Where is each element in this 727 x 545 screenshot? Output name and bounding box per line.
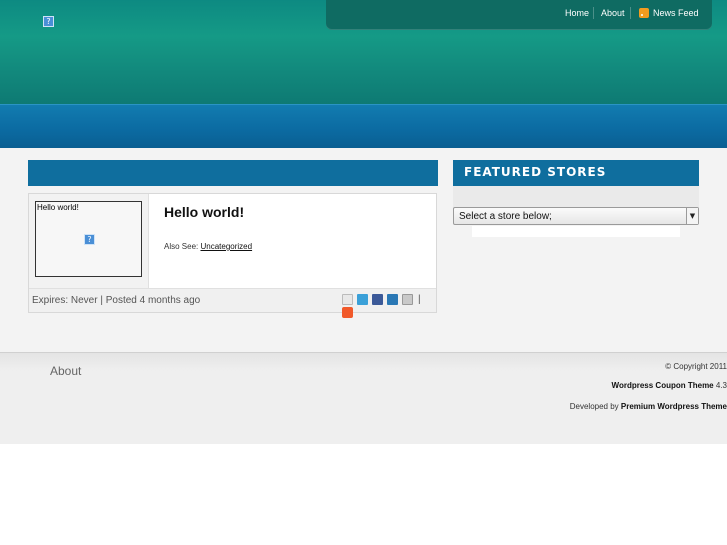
also-see-label: Also See:: [164, 242, 199, 251]
chevron-down-icon[interactable]: ▼: [686, 208, 698, 224]
store-select-value: Select a store below;: [459, 211, 552, 222]
featured-stores-box: [453, 186, 699, 208]
nav-news-feed-link[interactable]: News Feed: [653, 8, 699, 18]
nav-divider: [630, 7, 631, 19]
developer-link[interactable]: Premium Wordpress Theme: [621, 402, 727, 411]
featured-stores-header: FEATURED STORES: [453, 160, 699, 186]
post-title[interactable]: Hello world!: [164, 204, 244, 220]
nav-home-link[interactable]: Home: [565, 8, 589, 18]
nav-divider: [593, 7, 594, 19]
theme-version: 4.3: [715, 381, 727, 390]
addthis-icon[interactable]: [342, 307, 353, 318]
post-thumbnail[interactable]: Hello world! ?: [35, 201, 142, 277]
broken-image-icon[interactable]: ?: [43, 16, 54, 27]
theme-credit: Wordpress Coupon Theme 4.3: [612, 381, 727, 390]
broken-image-icon: ?: [84, 234, 95, 245]
theme-name-link[interactable]: Wordpress Coupon Theme: [612, 381, 714, 390]
developed-by-label: Developed by: [569, 402, 619, 411]
featured-stores-title: FEATURED STORES: [464, 165, 607, 179]
top-navigation: Home About News Feed: [326, 0, 712, 30]
copyright-text: © Copyright 2011: [665, 362, 727, 371]
site-header: ? Home About News Feed: [0, 0, 727, 104]
share-separator: |: [418, 294, 421, 305]
site-footer: [0, 352, 727, 444]
featured-stores-panel: [472, 226, 680, 237]
email-icon[interactable]: [342, 294, 353, 305]
developer-credit: Developed by Premium Wordpress Theme: [570, 402, 727, 411]
main-section-header: [28, 160, 438, 186]
stumbleupon-icon[interactable]: [387, 294, 398, 305]
post-categories: Also See: Uncategorized: [164, 242, 252, 251]
twitter-icon[interactable]: [357, 294, 368, 305]
footer-about-link[interactable]: About: [50, 364, 81, 378]
facebook-icon[interactable]: [372, 294, 383, 305]
category-link[interactable]: Uncategorized: [200, 242, 252, 251]
thumbnail-alt-text: Hello world!: [37, 203, 79, 212]
rss-icon[interactable]: [639, 8, 649, 18]
post-meta: Expires: Never | Posted 4 months ago: [32, 295, 201, 306]
nav-about-link[interactable]: About: [601, 8, 625, 18]
delicious-icon[interactable]: [402, 294, 413, 305]
store-select[interactable]: Select a store below; ▼: [453, 207, 699, 225]
navigation-band: [0, 104, 727, 148]
